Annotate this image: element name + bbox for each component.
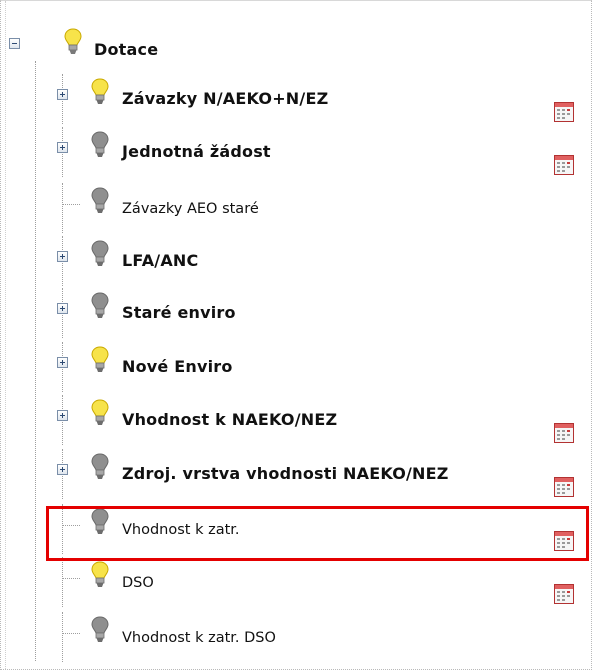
- tree-node-label[interactable]: DSO: [122, 573, 154, 593]
- calendar-icon[interactable]: [554, 584, 574, 604]
- tree-node-label[interactable]: Nové Enviro: [122, 357, 233, 377]
- expand-toggle-icon[interactable]: [57, 89, 68, 100]
- tree-node-label[interactable]: Vhodnost k zatr. DSO: [122, 628, 276, 648]
- tree-node[interactable]: Závazky AEO staré: [1, 183, 591, 233]
- tree-node[interactable]: Vhodnost k zatr. DSO: [1, 612, 591, 662]
- tree-node[interactable]: Závazky N/AEKO+N/EZ: [1, 74, 591, 124]
- tree-connector: [62, 204, 80, 205]
- lightbulb-icon: [91, 561, 109, 587]
- lightbulb-icon: [91, 453, 109, 479]
- calendar-icon[interactable]: [554, 477, 574, 497]
- lightbulb-icon: [64, 28, 82, 54]
- tree-node-label[interactable]: Vhodnost k NAEKO/NEZ: [122, 410, 337, 430]
- tree-node[interactable]: DSO: [1, 557, 591, 607]
- expand-toggle-icon[interactable]: [57, 142, 68, 153]
- tree-node-label[interactable]: Jednotná žádost: [122, 142, 271, 162]
- tree-node[interactable]: Staré enviro: [1, 288, 591, 338]
- lightbulb-icon: [91, 346, 109, 372]
- expand-toggle-icon[interactable]: [57, 410, 68, 421]
- tree-connector: [62, 633, 80, 634]
- expand-toggle-icon[interactable]: [57, 251, 68, 262]
- lightbulb-icon: [91, 187, 109, 213]
- tree-node[interactable]: Nové Enviro: [1, 342, 591, 392]
- tree-node-label[interactable]: LFA/ANC: [122, 251, 198, 271]
- lightbulb-icon: [91, 399, 109, 425]
- tree-node-label[interactable]: Závazky N/AEKO+N/EZ: [122, 89, 328, 109]
- calendar-icon[interactable]: [554, 102, 574, 122]
- lightbulb-icon: [91, 131, 109, 157]
- lightbulb-icon: [91, 292, 109, 318]
- tree-node[interactable]: Jednotná žádost: [1, 127, 591, 177]
- lightbulb-icon: [91, 78, 109, 104]
- tree-node-label[interactable]: Zdroj. vrstva vhodnosti NAEKO/NEZ: [122, 464, 449, 484]
- calendar-icon[interactable]: [554, 155, 574, 175]
- tree-node[interactable]: Zdroj. vrstva vhodnosti NAEKO/NEZ: [1, 449, 591, 499]
- tree-node-label[interactable]: Staré enviro: [122, 303, 236, 323]
- selection-highlight: [46, 506, 589, 561]
- tree-node[interactable]: LFA/ANC: [1, 236, 591, 286]
- tree-connector: [62, 578, 80, 579]
- tree-node-label[interactable]: Dotace: [94, 40, 158, 60]
- tree-guide: [62, 612, 63, 662]
- tree-guide: [62, 183, 63, 233]
- expand-toggle-icon[interactable]: [57, 303, 68, 314]
- tree-node-label[interactable]: Závazky AEO staré: [122, 199, 259, 219]
- layer-tree-panel: Dotace Závazky N/AEKO+N/EZ Jednotná žádo…: [0, 0, 592, 670]
- calendar-icon[interactable]: [554, 423, 574, 443]
- lightbulb-icon: [91, 616, 109, 642]
- lightbulb-icon: [91, 240, 109, 266]
- tree-node-root[interactable]: Dotace: [1, 26, 591, 76]
- expand-toggle-icon[interactable]: [57, 357, 68, 368]
- tree-node[interactable]: Vhodnost k NAEKO/NEZ: [1, 395, 591, 445]
- tree-guide: [62, 557, 63, 607]
- expand-toggle-icon[interactable]: [57, 464, 68, 475]
- collapse-toggle-icon[interactable]: [9, 38, 20, 49]
